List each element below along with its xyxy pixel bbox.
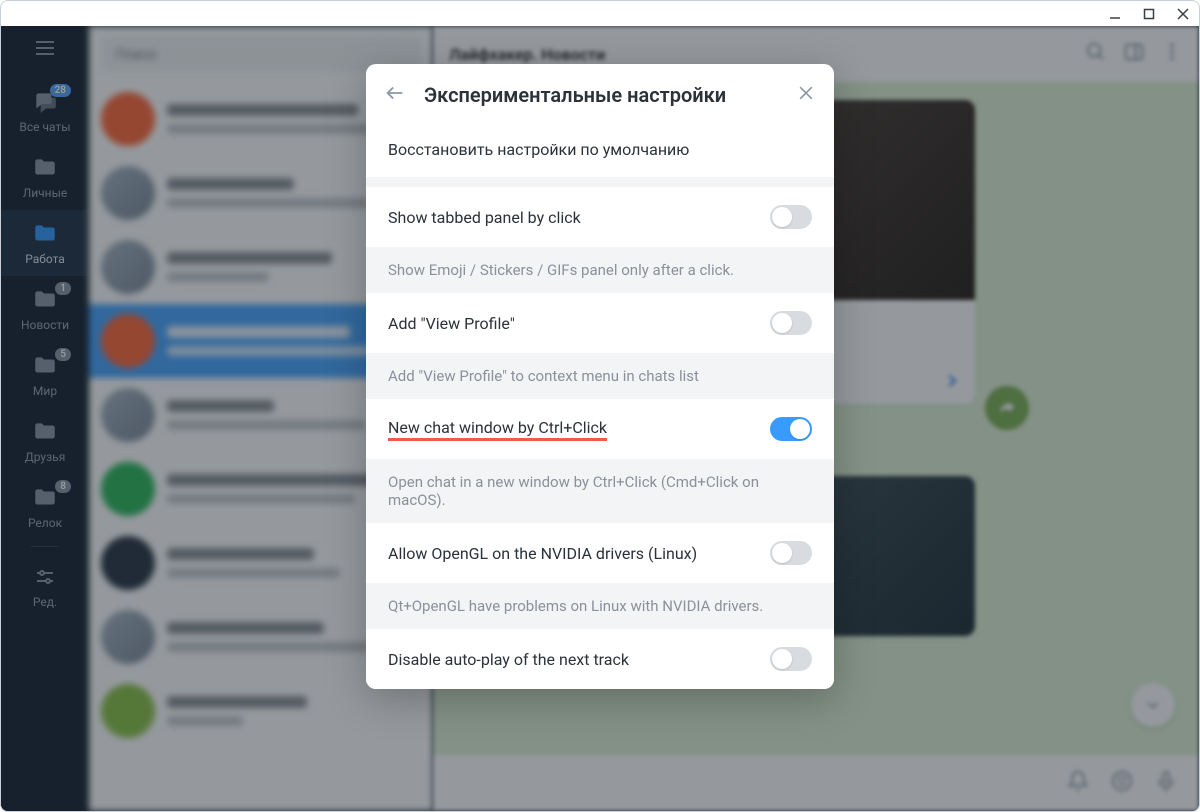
setting-label: Disable auto-play of the next track bbox=[388, 650, 629, 669]
setting-row-opengl-nvidia[interactable]: Allow OpenGL on the NVIDIA drivers (Linu… bbox=[366, 523, 834, 583]
section-separator bbox=[366, 177, 834, 187]
toggle-switch[interactable] bbox=[770, 205, 812, 229]
close-icon[interactable] bbox=[796, 83, 816, 107]
setting-row-disable-autoplay[interactable]: Disable auto-play of the next track bbox=[366, 629, 834, 689]
setting-row-new-chat-window[interactable]: New chat window by Ctrl+Click bbox=[366, 399, 834, 459]
setting-label: New chat window by Ctrl+Click bbox=[388, 418, 607, 441]
window-titlebar bbox=[1, 1, 1199, 26]
window-maximize-button[interactable] bbox=[1143, 8, 1155, 20]
window-close-button[interactable] bbox=[1177, 8, 1189, 20]
back-icon[interactable] bbox=[384, 82, 406, 108]
toggle-switch[interactable] bbox=[770, 647, 812, 671]
setting-row-view-profile[interactable]: Add "View Profile" bbox=[366, 293, 834, 353]
toggle-switch[interactable] bbox=[770, 311, 812, 335]
setting-label: Show tabbed panel by click bbox=[388, 208, 581, 227]
setting-label: Allow OpenGL on the NVIDIA drivers (Linu… bbox=[388, 544, 697, 563]
reset-defaults-row[interactable]: Восстановить настройки по умолчанию bbox=[366, 122, 834, 177]
setting-label: Add "View Profile" bbox=[388, 314, 515, 333]
toggle-switch[interactable] bbox=[770, 541, 812, 565]
window-minimize-button[interactable] bbox=[1109, 8, 1121, 20]
modal-title: Экспериментальные настройки bbox=[424, 83, 778, 107]
setting-description: Open chat in a new window by Ctrl+Click … bbox=[366, 459, 834, 523]
toggle-switch[interactable] bbox=[770, 417, 812, 441]
modal-overlay[interactable]: Экспериментальные настройки Восстановить… bbox=[1, 26, 1199, 811]
setting-description: Add "View Profile" to context menu in ch… bbox=[366, 353, 834, 399]
setting-row-tabbed-panel[interactable]: Show tabbed panel by click bbox=[366, 187, 834, 247]
setting-description: Qt+OpenGL have problems on Linux with NV… bbox=[366, 583, 834, 629]
setting-description: Show Emoji / Stickers / GIFs panel only … bbox=[366, 247, 834, 293]
experimental-settings-modal: Экспериментальные настройки Восстановить… bbox=[366, 64, 834, 689]
